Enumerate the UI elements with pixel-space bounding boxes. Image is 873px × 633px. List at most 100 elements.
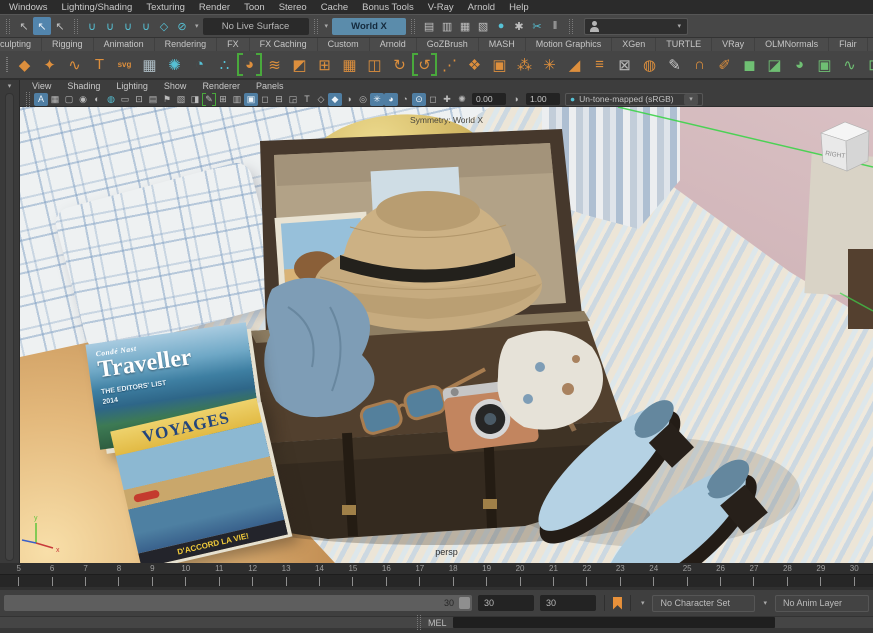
snap-to-point-icon[interactable]: ∪ — [119, 17, 137, 35]
mash-repro-icon[interactable]: ↺ — [412, 52, 437, 77]
toolbar-grip[interactable] — [74, 19, 78, 34]
quick-selection-field[interactable]: ▾ — [584, 18, 688, 35]
exposure-field[interactable]: 0.00 — [472, 93, 506, 105]
xray-icon[interactable]: ◕ — [384, 93, 398, 106]
anim-layer-dropdown[interactable]: No Anim Layer — [775, 595, 869, 612]
time-editor-icon[interactable]: ◔ — [187, 52, 212, 77]
isolate-select-icon[interactable]: ⊙ — [412, 93, 426, 106]
points-display-icon[interactable]: ▥ — [230, 93, 244, 106]
mash-tiles-icon[interactable]: ❖ — [462, 52, 487, 77]
mash-placer-icon[interactable]: ◩ — [287, 52, 312, 77]
shelf-tab[interactable]: FX Caching — [250, 38, 318, 51]
film-gate-icon[interactable]: ▢ — [62, 93, 76, 106]
set-key-icon[interactable] — [613, 597, 622, 610]
ipr-render-icon[interactable]: ▦ — [456, 17, 474, 35]
mash-world-icon[interactable]: ≋ — [262, 52, 287, 77]
flair-screen-icon[interactable]: ⊡ — [862, 52, 873, 77]
gamma-field[interactable]: 1.00 — [526, 93, 560, 105]
dropdown-caret-icon[interactable]: ▾ — [761, 599, 769, 607]
command-language-label[interactable]: MEL — [428, 618, 447, 628]
viewcube[interactable]: RIGHT — [821, 122, 869, 171]
wireframe-icon[interactable]: ⊞ — [216, 93, 230, 106]
exposure-icon[interactable]: ✺ — [455, 93, 469, 106]
snap-to-curve-icon[interactable]: ∪ — [101, 17, 119, 35]
svg-import-icon[interactable]: svg — [112, 52, 137, 77]
polygon-platonic-icon[interactable]: ◆ — [12, 52, 37, 77]
select-object-icon[interactable]: ↖ — [33, 17, 51, 35]
menu-item[interactable]: Toon — [237, 2, 272, 13]
panel-menu-item[interactable]: Lighting — [108, 81, 156, 91]
mash-orient-icon[interactable]: ↻ — [387, 52, 412, 77]
viewport-canvas[interactable]: RIGHT y x z Condé Nast Traveller THE EDI… — [20, 107, 873, 563]
shelf-tab[interactable]: Motion Graphics — [526, 38, 613, 51]
render-settings-icon[interactable]: ✱ — [510, 17, 528, 35]
mash-flag-icon[interactable]: ◢ — [562, 52, 587, 77]
toolbar-grip[interactable] — [569, 19, 573, 34]
dropdown-caret-icon[interactable]: ▾ — [639, 599, 647, 607]
range-handle[interactable] — [459, 597, 470, 609]
mash-network-icon[interactable]: ◕ — [237, 52, 262, 77]
curve-span-icon[interactable]: ∩ — [687, 52, 712, 77]
cut-selection-icon[interactable]: ✂ — [528, 17, 546, 35]
toolbar-grip[interactable] — [6, 57, 8, 72]
playback-end-field[interactable]: 30 — [478, 595, 534, 611]
flair-mask-icon[interactable]: ◕ — [787, 52, 812, 77]
shelf-tab[interactable]: Arnold — [370, 38, 417, 51]
snap-to-grid-icon[interactable]: ∪ — [83, 17, 101, 35]
mash-stack-icon[interactable]: ≡ — [587, 52, 612, 77]
panel-menu-item[interactable]: Show — [156, 81, 195, 91]
pencil-edit-icon[interactable]: ✐ — [712, 52, 737, 77]
mash-explode-icon[interactable]: ⁂ — [512, 52, 537, 77]
knife-tool-icon[interactable]: ✎ — [662, 52, 687, 77]
render-current-frame-icon[interactable]: ▥ — [438, 17, 456, 35]
image-plane-icon[interactable]: ▧ — [174, 93, 188, 106]
menu-item[interactable]: Arnold — [461, 2, 502, 13]
nurbs-star-icon[interactable]: ✦ — [37, 52, 62, 77]
time-slider[interactable] — [0, 574, 873, 587]
panel-menu-item[interactable]: Panels — [248, 81, 292, 91]
plugin-display-icon[interactable]: ◻ — [426, 93, 440, 106]
flair-surface-icon[interactable]: ◼ — [737, 52, 762, 77]
menu-item[interactable]: Bonus Tools — [355, 2, 421, 13]
shaded-icon[interactable]: ▣ — [244, 93, 258, 106]
ui-window-icon[interactable]: ▦ — [137, 52, 162, 77]
default-material-icon[interactable]: ◲ — [286, 93, 300, 106]
open-render-view-icon[interactable]: ▤ — [420, 17, 438, 35]
mash-cube-icon[interactable]: ▣ — [487, 52, 512, 77]
shelf-tab[interactable]: GoZBrush — [417, 38, 479, 51]
menu-item[interactable]: Render — [192, 2, 237, 13]
menu-item[interactable]: Stereo — [272, 2, 314, 13]
render-setup-icon[interactable]: ● — [492, 17, 510, 35]
shelf-tab[interactable]: Rigging — [42, 38, 94, 51]
mash-grid-icon[interactable]: ▦ — [337, 52, 362, 77]
pause-viewport-icon[interactable]: ‖ — [546, 17, 564, 35]
camera-select-icon[interactable]: A — [34, 93, 48, 106]
menu-item[interactable]: Cache — [314, 2, 355, 13]
mash-wheel-icon[interactable]: ✳ — [537, 52, 562, 77]
toolbar-grip[interactable] — [26, 92, 30, 107]
symmetry-field[interactable]: World X — [332, 18, 406, 35]
command-input[interactable] — [453, 617, 775, 628]
shelf-tab[interactable]: Rendering — [155, 38, 218, 51]
shelf-tab[interactable]: Flair — [829, 38, 868, 51]
light-editor-icon[interactable]: ✺ — [162, 52, 187, 77]
menu-item[interactable]: Lighting/Shading — [55, 2, 140, 13]
panel-menu-item[interactable]: Shading — [59, 81, 108, 91]
bookmark-icon[interactable]: ⚑ — [160, 93, 174, 106]
occlusion-icon[interactable]: ◎ — [356, 93, 370, 106]
mash-dynamics-icon[interactable]: ⊞ — [312, 52, 337, 77]
grid-toggle-icon[interactable]: ▦ — [48, 93, 62, 106]
colorspace-dropdown[interactable]: ● Un-tone-mapped (sRGB) ▾ — [565, 93, 703, 106]
display-settings-icon[interactable]: ✚ — [440, 93, 454, 106]
dropdown-caret-icon[interactable]: ▾ — [193, 22, 201, 30]
mash-scatter-icon[interactable]: ⋰ — [437, 52, 462, 77]
shelf-tab[interactable]: Custom — [318, 38, 370, 51]
lattice-icon[interactable]: ⊠ — [612, 52, 637, 77]
shelf-tab[interactable]: MASH — [479, 38, 526, 51]
render-sequence-icon[interactable]: ▧ — [474, 17, 492, 35]
menu-item[interactable]: Texturing — [139, 2, 192, 13]
type-text-icon[interactable]: T — [87, 52, 112, 77]
curve-helix-icon[interactable]: ∿ — [62, 52, 87, 77]
menu-item[interactable]: V-Ray — [421, 2, 461, 13]
wireframe-on-shaded-icon[interactable]: ⊟ — [272, 93, 286, 106]
